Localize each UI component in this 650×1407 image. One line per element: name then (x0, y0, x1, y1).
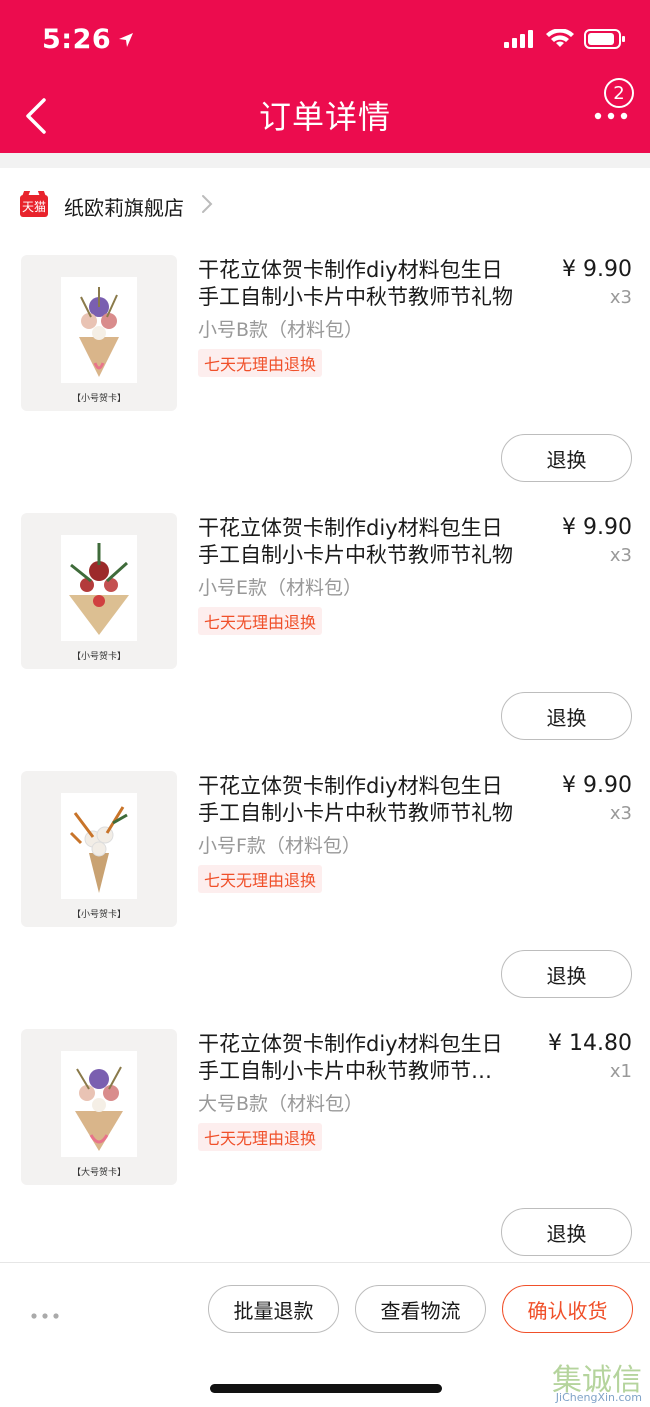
product-quantity: x3 (609, 803, 632, 824)
product-spec: 小号F款（材料包） (198, 835, 361, 857)
product-quantity: x1 (609, 1061, 632, 1082)
view-logistics-button[interactable]: 查看物流 (355, 1285, 486, 1333)
bottom-action-bar: 批量退款 查看物流 确认收货 集诚信 JiChengXin.com (0, 1262, 650, 1407)
return-exchange-button[interactable]: 退换 (501, 692, 632, 740)
card-image (61, 277, 137, 383)
card-image (61, 1051, 137, 1157)
order-item[interactable]: 【小号贺卡】 干花立体贺卡制作diy材料包生日 手工自制小卡片中秋节教师节礼物 小… (0, 771, 650, 1029)
more-actions-button[interactable] (30, 1305, 60, 1319)
return-policy-tag: 七天无理由退换 (198, 607, 323, 635)
return-exchange-button[interactable]: 退换 (501, 950, 632, 998)
card-image (61, 793, 137, 899)
product-price: ¥ 9.90 (562, 773, 632, 798)
product-price: ¥ 14.80 (548, 1031, 632, 1056)
product-title[interactable]: 干花立体贺卡制作diy材料包生日 手工自制小卡片中秋节教师节… (198, 1031, 548, 1085)
order-item[interactable]: 【小号贺卡】 干花立体贺卡制作diy材料包生日 手工自制小卡片中秋节教师节礼物 小… (0, 255, 650, 513)
title-line-2: 手工自制小卡片中秋节教师节… (198, 1059, 492, 1083)
product-thumbnail[interactable]: 【小号贺卡】 (21, 255, 177, 411)
title-line-1: 干花立体贺卡制作diy材料包生日 (198, 774, 503, 798)
tmall-logo-icon: 天猫 (20, 195, 48, 217)
return-policy-tag: 七天无理由退换 (198, 1123, 323, 1151)
title-line-2: 手工自制小卡片中秋节教师节礼物 (198, 801, 513, 825)
battery-icon (584, 28, 626, 54)
home-indicator[interactable] (210, 1384, 442, 1393)
thumbnail-caption: 【小号贺卡】 (71, 394, 126, 404)
batch-refund-button[interactable]: 批量退款 (208, 1285, 339, 1333)
title-line-2: 手工自制小卡片中秋节教师节礼物 (198, 285, 513, 309)
return-exchange-button[interactable]: 退换 (501, 434, 632, 482)
product-thumbnail[interactable]: 【小号贺卡】 (21, 771, 177, 927)
shop-header[interactable]: 天猫 纸欧莉旗舰店 (20, 190, 214, 222)
thumbnail-caption: 【小号贺卡】 (71, 652, 126, 662)
return-policy-tag: 七天无理由退换 (198, 865, 323, 893)
status-time: 5:26 (42, 24, 135, 56)
signal-icon (504, 29, 536, 53)
more-dots-icon (31, 1313, 59, 1319)
product-thumbnail[interactable]: 【大号贺卡】 (21, 1029, 177, 1185)
status-icons (504, 28, 626, 54)
return-policy-tag: 七天无理由退换 (198, 349, 323, 377)
section-divider (0, 153, 650, 168)
title-line-1: 干花立体贺卡制作diy材料包生日 (198, 1032, 503, 1056)
product-quantity: x3 (609, 287, 632, 308)
title-line-1: 干花立体贺卡制作diy材料包生日 (198, 516, 503, 540)
watermark-url: JiChengXin.com (555, 1391, 642, 1404)
notification-badge: 2 (604, 78, 634, 108)
wifi-icon (546, 28, 574, 53)
product-title[interactable]: 干花立体贺卡制作diy材料包生日 手工自制小卡片中秋节教师节礼物 (198, 515, 548, 569)
product-spec: 大号B款（材料包） (198, 1093, 364, 1115)
product-title[interactable]: 干花立体贺卡制作diy材料包生日 手工自制小卡片中秋节教师节礼物 (198, 773, 548, 827)
title-line-2: 手工自制小卡片中秋节教师节礼物 (198, 543, 513, 567)
product-thumbnail[interactable]: 【小号贺卡】 (21, 513, 177, 669)
product-price: ¥ 9.90 (562, 515, 632, 540)
thumbnail-caption: 【小号贺卡】 (71, 910, 126, 920)
product-quantity: x3 (609, 545, 632, 566)
product-spec: 小号B款（材料包） (198, 319, 364, 341)
product-price: ¥ 9.90 (562, 257, 632, 282)
thumbnail-caption: 【大号贺卡】 (71, 1168, 126, 1178)
header-bar: 5:26 订单详情 2 (0, 0, 650, 153)
status-time-text: 5:26 (42, 24, 112, 55)
confirm-receipt-button[interactable]: 确认收货 (502, 1285, 633, 1333)
chevron-right-icon (200, 193, 214, 219)
product-spec: 小号E款（材料包） (198, 577, 363, 599)
location-arrow-icon (117, 25, 135, 56)
return-exchange-button[interactable]: 退换 (501, 1208, 632, 1256)
order-item[interactable]: 【大号贺卡】 干花立体贺卡制作diy材料包生日 手工自制小卡片中秋节教师节… 大号… (0, 1029, 650, 1287)
card-image (61, 535, 137, 641)
shop-name: 纸欧莉旗舰店 (64, 195, 184, 220)
title-line-1: 干花立体贺卡制作diy材料包生日 (198, 258, 503, 282)
page-title: 订单详情 (258, 98, 391, 136)
product-title[interactable]: 干花立体贺卡制作diy材料包生日 手工自制小卡片中秋节教师节礼物 (198, 257, 548, 311)
order-item[interactable]: 【小号贺卡】 干花立体贺卡制作diy材料包生日 手工自制小卡片中秋节教师节礼物 小… (0, 513, 650, 771)
